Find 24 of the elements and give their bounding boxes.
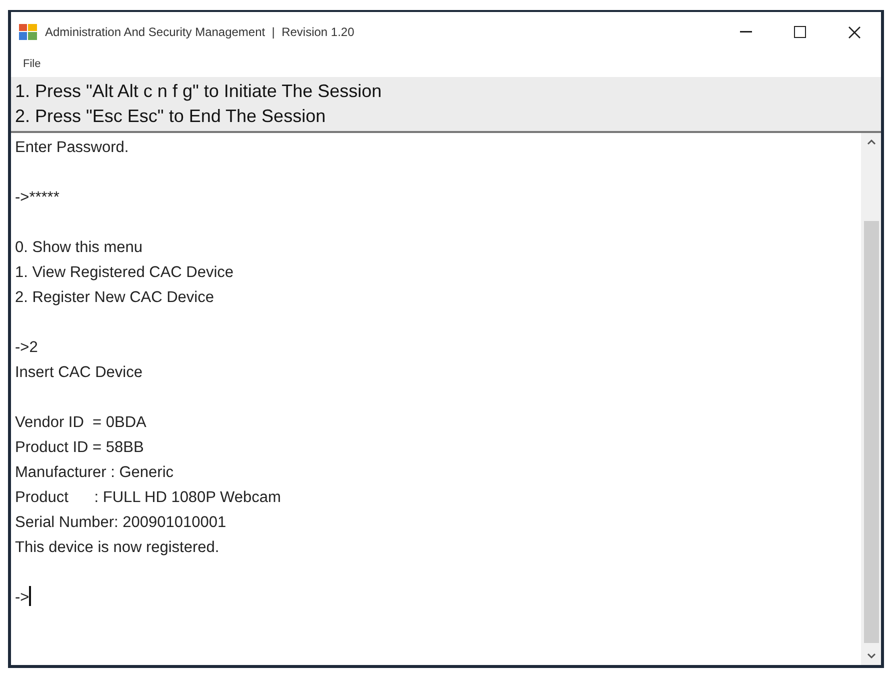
console-line: -> — [15, 584, 31, 610]
console-line: 2. Register New CAC Device — [15, 288, 214, 308]
scrollbar-thumb[interactable] — [864, 220, 878, 643]
console-line: Serial Number: 200901010001 — [15, 512, 226, 532]
scrollbar[interactable] — [861, 132, 881, 665]
console-line: Enter Password. — [15, 138, 129, 158]
console-line: 0. Show this menu — [15, 238, 143, 258]
instruction-text: 1. Press "Alt Alt c n f g" to Initiate The Session — [15, 80, 382, 103]
console-line: ->2 — [15, 338, 38, 358]
maximize-icon — [794, 26, 806, 38]
console-line: 1. View Registered CAC Device — [15, 262, 234, 282]
menu-item[interactable]: File — [23, 56, 41, 72]
console-line: ->***** — [15, 188, 60, 208]
console-line: Insert CAC Device — [15, 362, 142, 382]
close-icon — [848, 26, 860, 38]
instruction-text: 2. Press "Esc Esc" to End The Session — [15, 104, 326, 128]
minimize-icon — [740, 31, 752, 33]
console-line: This device is now registered. — [15, 538, 220, 558]
console-line: Product : FULL HD 1080P Webcam — [15, 488, 281, 508]
window-title: Administration And Security Management | Revision 1.20 — [45, 24, 356, 41]
console-line: Product ID = 58BB — [15, 438, 144, 458]
console-line: Manufacturer : Generic — [15, 462, 174, 482]
console-line: Vendor ID = 0BDA — [15, 412, 146, 432]
app-icon — [19, 24, 37, 40]
